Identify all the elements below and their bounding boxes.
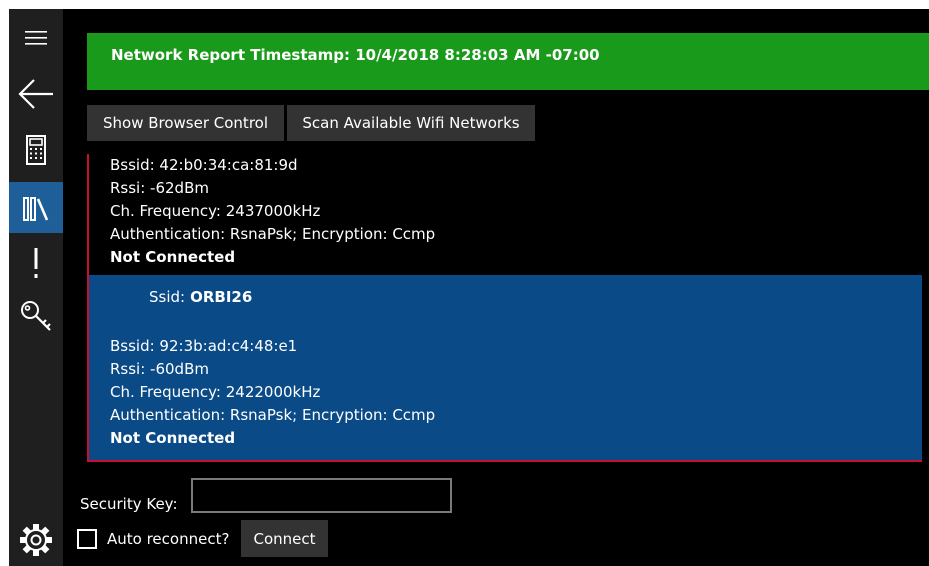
network-bssid: Bssid: 42:b0:34:ca:81:9d xyxy=(110,156,298,174)
sidebar xyxy=(9,9,63,566)
network-list-item[interactable]: Bssid: 42:b0:34:ca:81:9d Rssi: -62dBm Ch… xyxy=(87,154,922,275)
network-ssid: Ssid: ORBI26 xyxy=(149,288,252,306)
network-bssid: Bssid: 92:3b:ad:c4:48:e1 xyxy=(110,337,298,355)
gear-icon xyxy=(20,524,52,556)
exclamation-icon xyxy=(34,248,38,278)
nav-credentials[interactable] xyxy=(9,293,63,339)
ssid-value: ORBI26 xyxy=(190,288,253,306)
settings-button[interactable] xyxy=(9,517,63,563)
calculator-icon xyxy=(26,135,46,165)
network-report-banner: Network Report Timestamp: 10/4/2018 8:28… xyxy=(87,33,929,90)
connect-button[interactable]: Connect xyxy=(241,520,328,557)
network-list[interactable]: Bssid: 42:b0:34:ca:81:9d Rssi: -62dBm Ch… xyxy=(87,154,922,462)
network-status: Not Connected xyxy=(110,248,236,266)
scan-wifi-networks-button[interactable]: Scan Available Wifi Networks xyxy=(287,105,535,141)
network-frequency: Ch. Frequency: 2437000kHz xyxy=(110,202,321,220)
app-window: Network Report Timestamp: 10/4/2018 8:28… xyxy=(9,9,929,566)
network-security: Authentication: RsnaPsk; Encryption: Ccm… xyxy=(110,225,436,243)
key-icon xyxy=(21,301,51,331)
network-status: Not Connected xyxy=(110,429,236,447)
nav-alerts[interactable] xyxy=(9,241,63,285)
hamburger-menu-button[interactable] xyxy=(9,21,63,55)
library-icon xyxy=(23,196,49,221)
auto-reconnect-checkbox[interactable] xyxy=(77,529,97,549)
back-button[interactable] xyxy=(9,71,63,117)
main-content: Network Report Timestamp: 10/4/2018 8:28… xyxy=(63,9,929,566)
security-key-label: Security Key: xyxy=(80,495,178,513)
network-security: Authentication: RsnaPsk; Encryption: Ccm… xyxy=(110,406,436,424)
nav-calculator[interactable] xyxy=(9,125,63,175)
ssid-label: Ssid: xyxy=(149,288,186,306)
security-key-input[interactable] xyxy=(191,478,452,513)
network-rssi: Rssi: -60dBm xyxy=(110,360,209,378)
back-arrow-icon xyxy=(18,79,53,109)
network-rssi: Rssi: -62dBm xyxy=(110,179,209,197)
hamburger-menu-icon xyxy=(25,31,47,45)
network-frequency: Ch. Frequency: 2422000kHz xyxy=(110,383,321,401)
nav-library[interactable] xyxy=(9,182,63,233)
show-browser-control-button[interactable]: Show Browser Control xyxy=(87,105,284,141)
auto-reconnect-label: Auto reconnect? xyxy=(107,530,230,548)
network-list-item-selected[interactable]: Ssid: ORBI26 Bssid: 92:3b:ad:c4:48:e1 Rss… xyxy=(87,275,922,462)
